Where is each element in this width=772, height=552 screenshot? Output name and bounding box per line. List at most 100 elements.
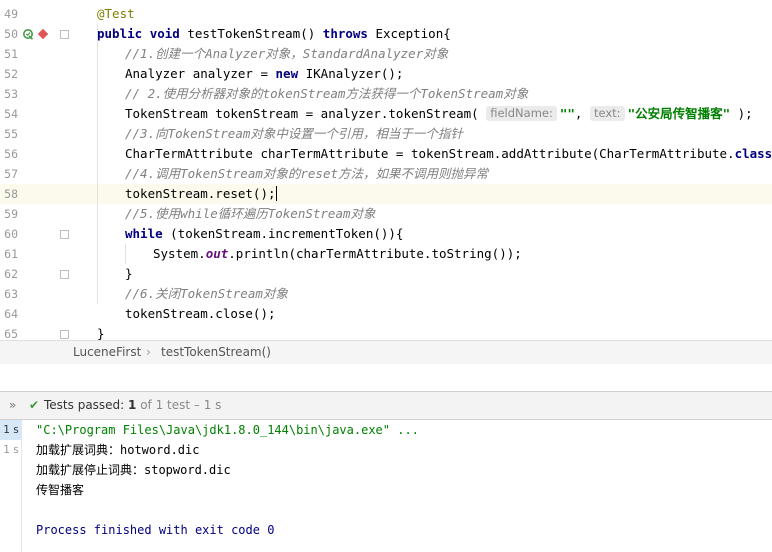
code-line[interactable]: 50 public void testTokenStream() throws E… [0,24,772,44]
line-number[interactable]: 60 [0,224,18,244]
code-token: TokenStream tokenStream = analyzer.token… [125,106,487,121]
run-test-icon[interactable] [22,28,34,40]
breadcrumb: LuceneFirst › testTokenStream() [0,340,772,364]
code-token: Exception{ [375,26,451,41]
code-line[interactable]: 52 Analyzer analyzer = new IKAnalyzer(); [0,64,772,84]
fold-marker-icon[interactable] [60,330,69,339]
code-line[interactable]: 62} [0,264,772,284]
code-line[interactable]: 59 //5.使用while循环遍历TokenStream对象 [0,204,772,224]
breadcrumb-method[interactable]: testTokenStream() [161,341,271,364]
code-token: public [97,26,150,41]
code-text: } [125,264,133,284]
code-text: @Test [97,4,135,24]
code-token: @Test [97,6,135,21]
code-token: CharTermAttribute charTermAttribute = to… [125,146,735,161]
code-token: tokenStream.close(); [125,306,276,321]
code-line[interactable]: 61 System.out.println(charTermAttribute.t… [0,244,772,264]
check-icon: ✔ [29,398,40,412]
code-line[interactable]: 57 //4.调用TokenStream对象的reset方法，如果不调用则抛异常 [0,164,772,184]
code-token: // 2.使用分析器对象的tokenStream方法获得一个TokenStrea… [125,86,529,101]
code-token: //6.关闭TokenStream对象 [125,286,288,301]
code-token: IKAnalyzer(); [305,66,404,81]
tests-status-label: Tests passed: [44,398,129,412]
code-text: //1.创建一个Analyzer对象，StandardAnalyzer对象 [125,44,448,64]
line-number[interactable]: 64 [0,304,18,324]
line-number[interactable]: 57 [0,164,18,184]
panel-divider [0,364,772,391]
line-number[interactable]: 63 [0,284,18,304]
run-toolbar: » ✔ Tests passed: 1 of 1 test – 1 s [0,391,772,420]
code-text: //6.关闭TokenStream对象 [125,284,288,304]
console-line: 传智播客 [36,483,85,497]
line-number[interactable]: 58 [0,184,18,204]
code-text: TokenStream tokenStream = analyzer.token… [125,104,753,124]
code-token: void [149,26,188,41]
code-line[interactable]: 64 tokenStream.close(); [0,304,772,324]
parameter-hint: fieldName: [486,106,557,121]
code-text: // 2.使用分析器对象的tokenStream方法获得一个TokenStrea… [125,84,528,104]
breadcrumb-class[interactable]: LuceneFirst [73,341,141,364]
fold-marker-icon[interactable] [60,30,69,39]
code-token: new [275,66,306,81]
code-line[interactable]: 53 // 2.使用分析器对象的tokenStream方法获得一个TokenStr… [0,84,772,104]
code-text: while (tokenStream.incrementToken()){ [125,224,403,244]
line-number[interactable]: 49 [0,4,18,24]
code-text: tokenStream.reset(); [125,184,277,204]
line-number[interactable]: 52 [0,64,18,84]
console-line: 加载扩展停止词典：stopword.dic [36,463,231,477]
code-token: Analyzer analyzer = [125,66,276,81]
code-text: public void testTokenStream() throws Exc… [97,24,451,44]
console-line: 加载扩展词典：hotword.dic [36,443,200,457]
code-token: , [574,106,590,121]
tests-summary: of 1 test – 1 s [136,398,222,412]
line-number[interactable]: 61 [0,244,18,264]
line-number[interactable]: 56 [0,144,18,164]
code-line[interactable]: 54 TokenStream tokenStream = analyzer.tok… [0,104,772,124]
breakpoint-icon[interactable] [37,28,49,40]
code-line[interactable]: 65} [0,324,772,340]
console-time[interactable]: 1 s [0,440,22,460]
code-editor[interactable]: 49 @Test 50 public void testTokenStream() t… [0,0,772,340]
code-token: throws [322,26,376,41]
code-line[interactable]: 51 //1.创建一个Analyzer对象，StandardAnalyzer对象 [0,44,772,64]
code-line[interactable]: 63 //6.关闭TokenStream对象 [0,284,772,304]
line-number[interactable]: 55 [0,124,18,144]
code-token: "公安局传智播客" [627,106,731,121]
code-text: Analyzer analyzer = new IKAnalyzer(); [125,64,403,84]
code-line[interactable]: 58 tokenStream.reset(); [0,184,772,204]
line-number[interactable]: 50 [0,24,18,44]
code-token: //1.创建一个Analyzer对象，StandardAnalyzer对象 [125,46,449,61]
fold-marker-icon[interactable] [60,270,69,279]
line-number[interactable]: 51 [0,44,18,64]
code-token: tokenStream.reset(); [125,186,276,201]
code-token: testTokenStream() [187,26,323,41]
code-line[interactable]: 49 @Test [0,4,772,24]
code-line[interactable]: 60 while (tokenStream.incrementToken()){ [0,224,772,244]
code-token: System. [153,246,206,261]
breadcrumb-separator: › [146,345,151,359]
console-output[interactable]: 1 s1 s "C:\Program Files\Java\jdk1.8.0_1… [0,420,772,552]
code-token: //3.向TokenStream对象中设置一个引用，相当于一个指针 [125,126,463,141]
expand-panel-icon[interactable]: » [9,392,16,419]
line-number[interactable]: 53 [0,84,18,104]
code-token: } [125,266,133,281]
line-number[interactable]: 59 [0,204,18,224]
code-text: tokenStream.close(); [125,304,276,324]
console-time[interactable]: 1 s [0,420,22,440]
code-token: .println(charTermAttribute.toString()); [228,246,522,261]
code-token: class [734,146,772,161]
indent-guide [125,244,126,264]
code-line[interactable]: 55 //3.向TokenStream对象中设置一个引用，相当于一个指针 [0,124,772,144]
code-line[interactable]: 56 CharTermAttribute charTermAttribute = … [0,144,772,164]
console-line: Process finished with exit code 0 [36,523,275,537]
code-token: ); [730,106,753,121]
fold-marker-icon[interactable] [60,230,69,239]
code-text: //4.调用TokenStream对象的reset方法，如果不调用则抛异常 [125,164,488,184]
line-number[interactable]: 62 [0,264,18,284]
line-number[interactable]: 54 [0,104,18,124]
line-number[interactable]: 65 [0,324,18,340]
code-token: out [205,246,229,261]
code-text: //3.向TokenStream对象中设置一个引用，相当于一个指针 [125,124,463,144]
code-token: //5.使用while循环遍历TokenStream对象 [125,206,376,221]
code-text: //5.使用while循环遍历TokenStream对象 [125,204,376,224]
